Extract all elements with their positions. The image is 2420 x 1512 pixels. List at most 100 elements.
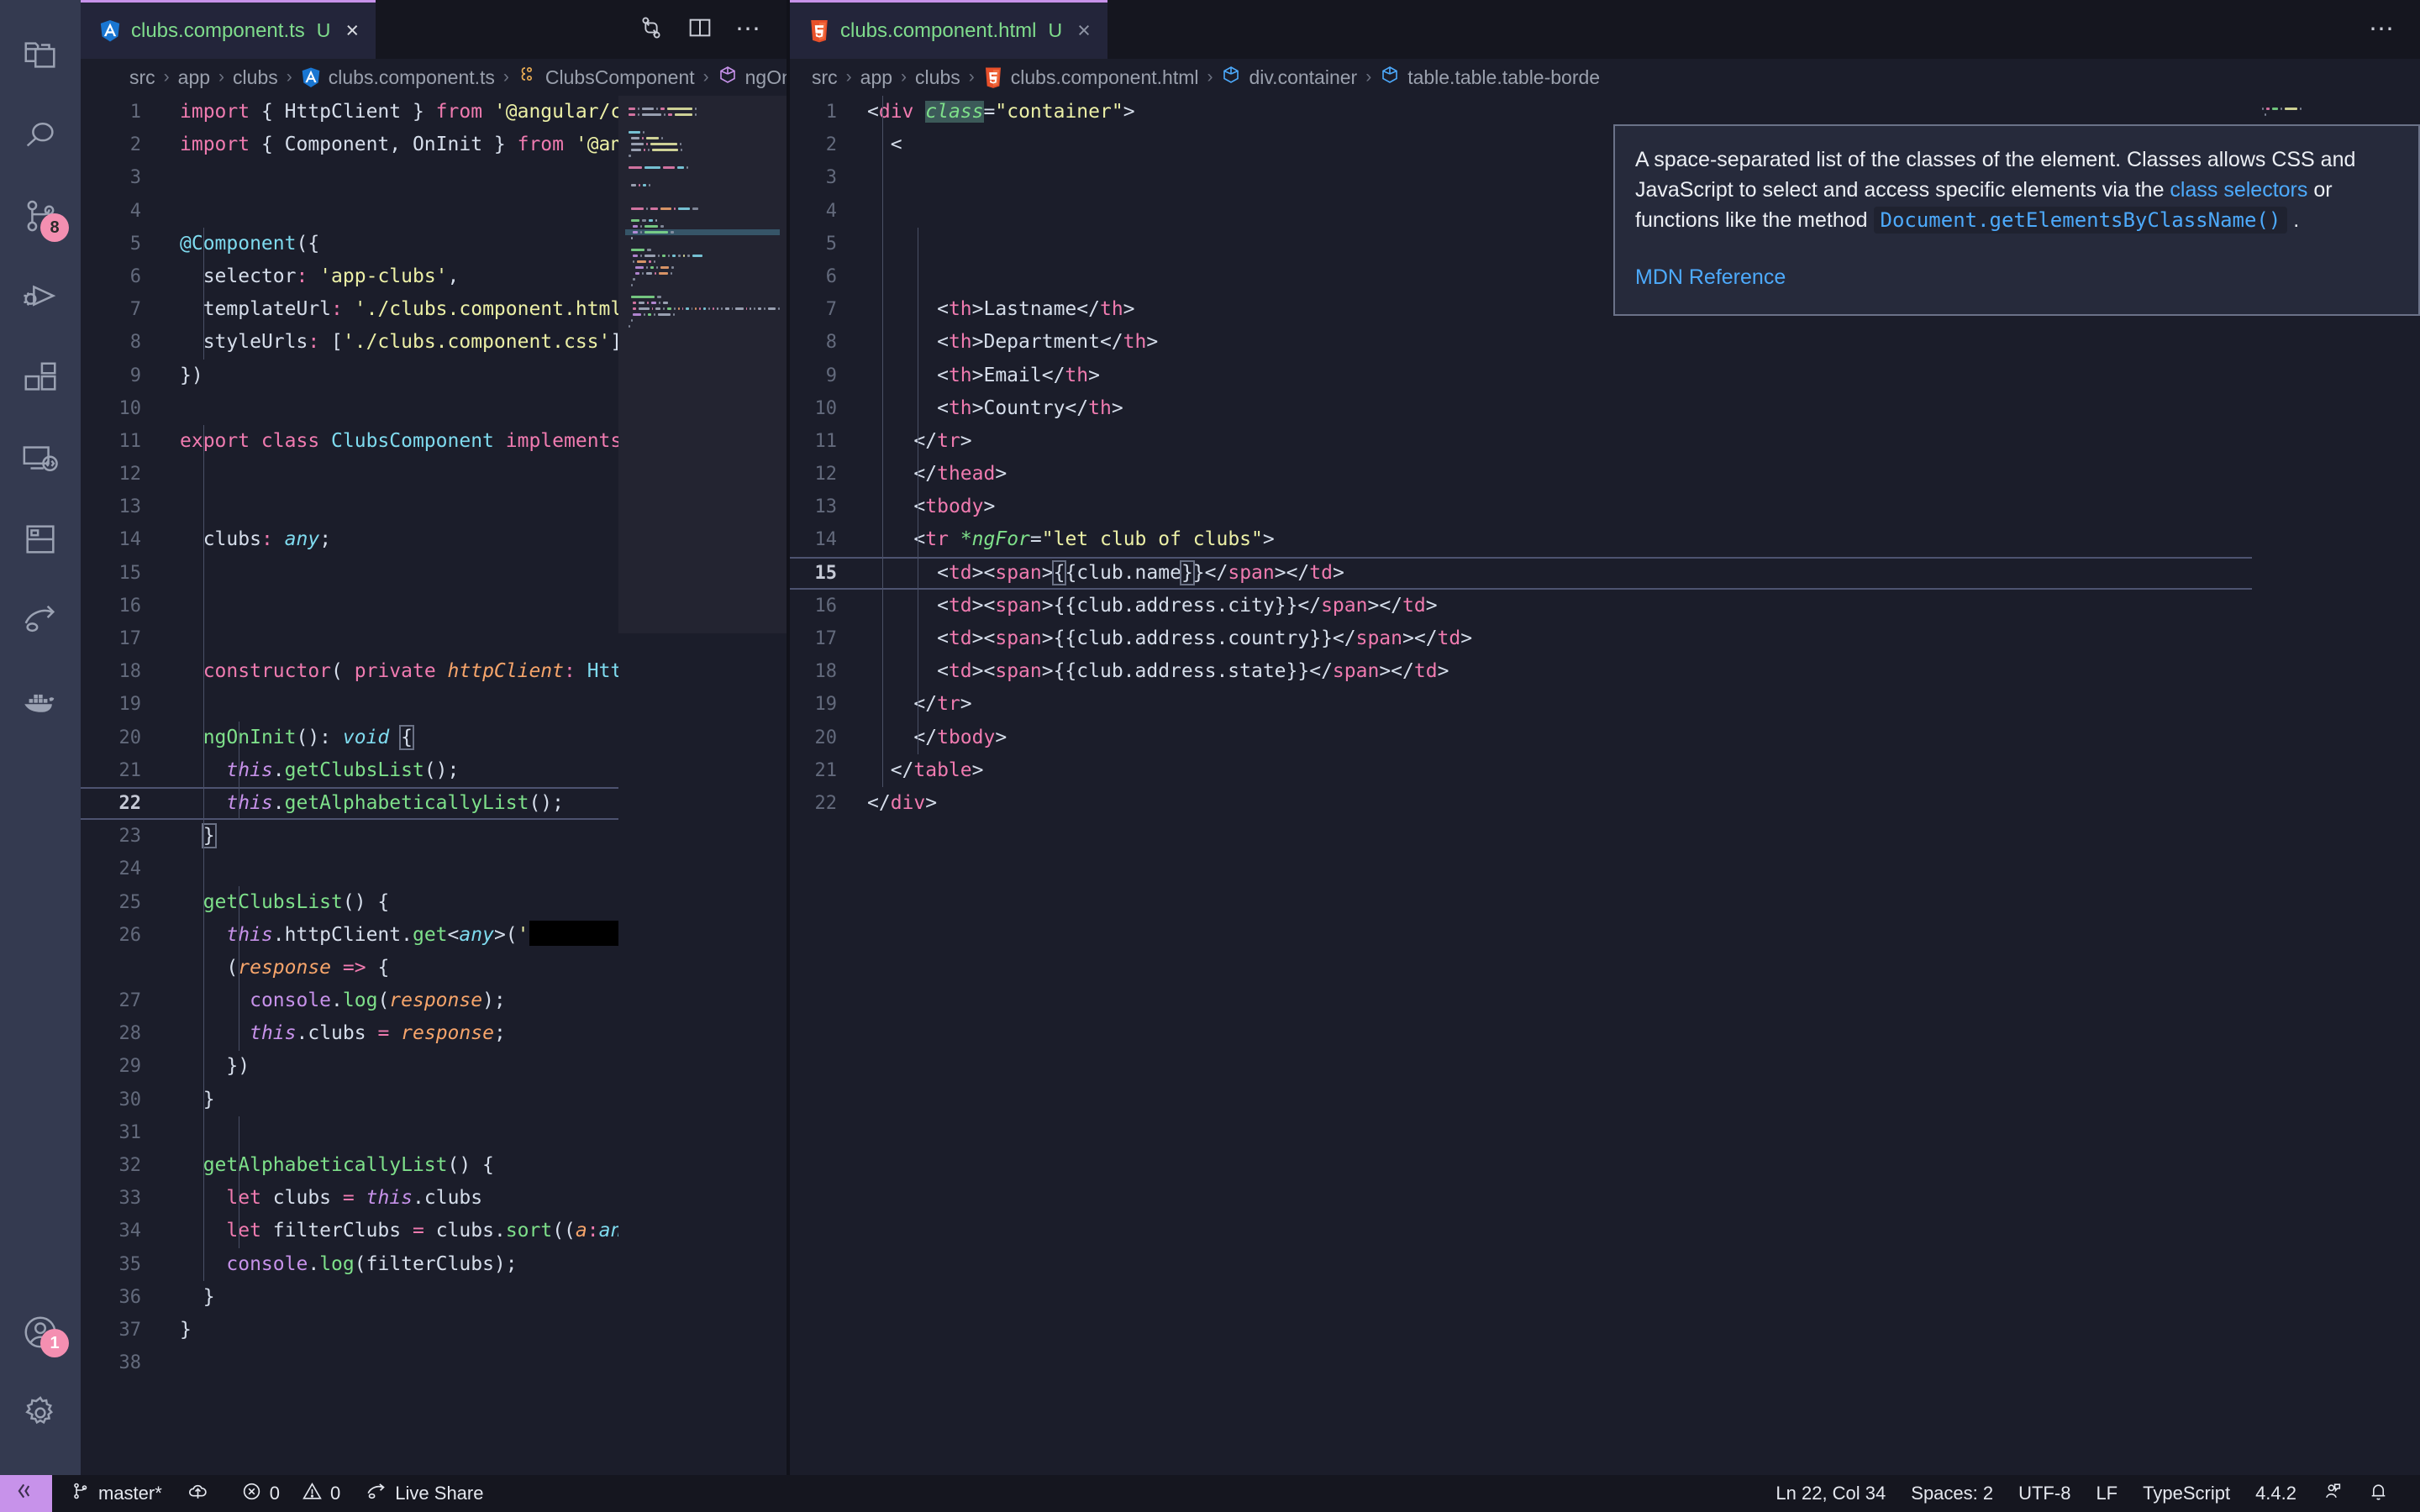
activitybar-item-live-share[interactable] xyxy=(0,580,81,660)
activitybar-item-run-and-debug[interactable] xyxy=(0,257,81,338)
code-line[interactable]: 31 xyxy=(81,1116,786,1149)
class-selectors-link[interactable]: class selectors xyxy=(2170,178,2307,202)
code-content-left[interactable]: 1 import { HttpClient } from '@angular/co… xyxy=(81,96,786,1475)
breadcrumb-item-file[interactable]: clubs.component.html xyxy=(983,66,1198,89)
code-line[interactable]: 5 @Component({ xyxy=(81,228,786,260)
status-notifications[interactable] xyxy=(2355,1475,2402,1512)
code-line[interactable]: 19 xyxy=(81,688,786,721)
breadcrumb-item-src[interactable]: src xyxy=(812,66,838,89)
code-line[interactable]: 10 <th>Country</th> xyxy=(790,392,2420,425)
code-line[interactable]: 16 <td><span>{{club.address.city}}</span… xyxy=(790,590,2420,622)
code-line[interactable]: 30 } xyxy=(81,1084,786,1116)
code-line[interactable]: 34 let filterClubs = clubs.sort((a:any, … xyxy=(81,1215,787,1247)
breadcrumb-item-clubs[interactable]: clubs xyxy=(233,66,278,89)
code-line[interactable]: 13 <tbody> xyxy=(790,491,2420,523)
code-line[interactable]: 16 xyxy=(81,590,786,622)
activitybar-item-search[interactable] xyxy=(0,96,81,176)
status-feedback[interactable] xyxy=(2309,1475,2355,1512)
code-line[interactable]: 35 console.log(filterClubs); xyxy=(81,1248,786,1281)
code-line[interactable]: 29 }) xyxy=(81,1050,786,1083)
code-line[interactable]: 37} xyxy=(81,1314,786,1347)
activitybar-item-extensions[interactable] xyxy=(0,338,81,418)
breadcrumb-item-table[interactable]: table.table.table-borde xyxy=(1380,65,1600,90)
code-line[interactable]: 27 console.log(response); xyxy=(81,984,786,1017)
breadcrumb-item-file[interactable]: clubs.component.ts xyxy=(301,66,495,89)
activitybar-item-database[interactable] xyxy=(0,499,81,580)
status-indentation[interactable]: Spaces: 2 xyxy=(1898,1475,2006,1512)
code-line[interactable]: 17 <td><span>{{club.address.country}}</s… xyxy=(790,622,2420,655)
close-icon[interactable]: × xyxy=(345,19,359,42)
code-line[interactable]: 36 } xyxy=(81,1281,786,1314)
split-editor-icon[interactable] xyxy=(687,14,713,45)
code-line[interactable]: 18 <td><span>{{club.address.state}}</spa… xyxy=(790,655,2420,688)
code-line[interactable]: 25 getClubsList() { xyxy=(81,886,786,919)
tab-clubs-component-html[interactable]: clubs.component.html U × xyxy=(790,0,1107,59)
code-line[interactable]: 9 <th>Email</th> xyxy=(790,360,2420,392)
mdn-reference-link[interactable]: MDN Reference xyxy=(1635,265,1786,289)
split-compare-icon[interactable] xyxy=(638,14,665,45)
code-line[interactable]: 14 <tr *ngFor="let club of clubs"> xyxy=(790,523,2420,556)
code-line[interactable]: 2 import { Component, OnInit } from '@ang… xyxy=(81,129,786,161)
code-line[interactable]: 9}) xyxy=(81,360,786,392)
code-line[interactable]: 8 <th>Department</th> xyxy=(790,326,2420,359)
code-line[interactable]: 11 export class ClubsComponent implements… xyxy=(81,425,786,458)
status-encoding[interactable]: UTF-8 xyxy=(2006,1475,2083,1512)
code-line[interactable]: (response => { xyxy=(81,952,786,984)
code-line[interactable]: 12 xyxy=(81,458,786,491)
code-line[interactable]: 38 xyxy=(81,1347,786,1379)
code-line[interactable]: 20 </tbody> xyxy=(790,722,2420,754)
editor-left[interactable]: 1 import { HttpClient } from '@angular/co… xyxy=(81,96,786,1475)
remote-window-indicator[interactable] xyxy=(0,1475,52,1512)
status-problems[interactable]: 0 0 xyxy=(229,1475,354,1512)
close-icon[interactable]: × xyxy=(1077,19,1091,42)
activitybar-item-docker[interactable] xyxy=(0,660,81,741)
code-line[interactable]: 28 this.clubs = response; xyxy=(81,1017,786,1050)
breadcrumb-item-clubs[interactable]: clubs xyxy=(915,66,960,89)
code-line[interactable]: 13 xyxy=(81,491,786,523)
code-line[interactable]: 1 import { HttpClient } from '@angular/co… xyxy=(81,96,786,129)
code-line[interactable]: 26 this.httpClient.get<any>(').subscribe xyxy=(81,919,786,952)
status-editor-position[interactable]: Ln 22, Col 34 xyxy=(1763,1475,1898,1512)
code-line[interactable]: 15 <td><span>{{club.name}}</span></td> xyxy=(790,556,2420,590)
status-language-mode[interactable]: TypeScript xyxy=(2130,1475,2243,1512)
activitybar-item-accounts[interactable]: 1 xyxy=(0,1292,81,1373)
more-actions-icon[interactable]: ⋯ xyxy=(735,17,763,42)
code-line[interactable]: 8 styleUrls: ['./clubs.component.css'] xyxy=(81,326,786,359)
code-line[interactable]: 15 xyxy=(81,557,786,590)
status-live-share[interactable]: Live Share xyxy=(353,1475,496,1512)
code-line[interactable]: 21 </table> xyxy=(790,754,2420,787)
activitybar-item-remote-explorer[interactable] xyxy=(0,418,81,499)
status-branch[interactable]: master* xyxy=(52,1475,175,1512)
code-line[interactable]: 24 xyxy=(81,853,786,885)
code-line[interactable]: 10 xyxy=(81,392,786,425)
code-line[interactable]: 19 </tr> xyxy=(790,688,2420,721)
code-line[interactable]: 32 getAlphabeticallyList() { xyxy=(81,1149,786,1182)
activitybar-item-explorer[interactable] xyxy=(0,15,81,96)
code-line[interactable]: 22 </div> xyxy=(790,787,2420,820)
code-line[interactable]: 4 xyxy=(81,195,786,228)
tab-clubs-component-ts[interactable]: clubs.component.ts U × xyxy=(81,0,376,59)
code-line[interactable]: 33 let clubs = this.clubs xyxy=(81,1182,786,1215)
breadcrumb-item-app[interactable]: app xyxy=(860,66,892,89)
more-actions-icon[interactable]: ⋯ xyxy=(2369,17,2396,42)
activitybar-item-manage[interactable] xyxy=(0,1373,81,1453)
code-line[interactable]: 3 xyxy=(81,161,786,194)
breadcrumb-item-div-container[interactable]: div.container xyxy=(1221,65,1357,90)
code-line[interactable]: 18 constructor( private httpClient: Http… xyxy=(81,655,786,688)
status-typescript-version[interactable]: 4.4.2 xyxy=(2243,1475,2309,1512)
status-sync[interactable] xyxy=(175,1475,229,1512)
code-line[interactable]: 12 </thead> xyxy=(790,458,2420,491)
status-eol[interactable]: LF xyxy=(2083,1475,2130,1512)
breadcrumb-item-src[interactable]: src xyxy=(129,66,155,89)
breadcrumb-item-class[interactable]: ClubsComponent xyxy=(518,65,695,90)
code-line[interactable]: 23 } xyxy=(81,820,786,853)
code-line[interactable]: 11 </tr> xyxy=(790,425,2420,458)
breadcrumb-item-method[interactable]: ngOnInit xyxy=(718,65,786,90)
code-line[interactable]: 7 templateUrl: './clubs.component.html', xyxy=(81,293,786,326)
breadcrumb-item-app[interactable]: app xyxy=(178,66,210,89)
code-line[interactable]: 6 selector: 'app-clubs', xyxy=(81,260,786,293)
code-line[interactable]: 21 this.getClubsList(); xyxy=(81,754,786,787)
code-line[interactable]: 22 this.getAlphabeticallyList(); xyxy=(81,786,786,821)
activitybar-item-source-control[interactable]: 8 xyxy=(0,176,81,257)
code-line[interactable]: 17 xyxy=(81,622,786,655)
